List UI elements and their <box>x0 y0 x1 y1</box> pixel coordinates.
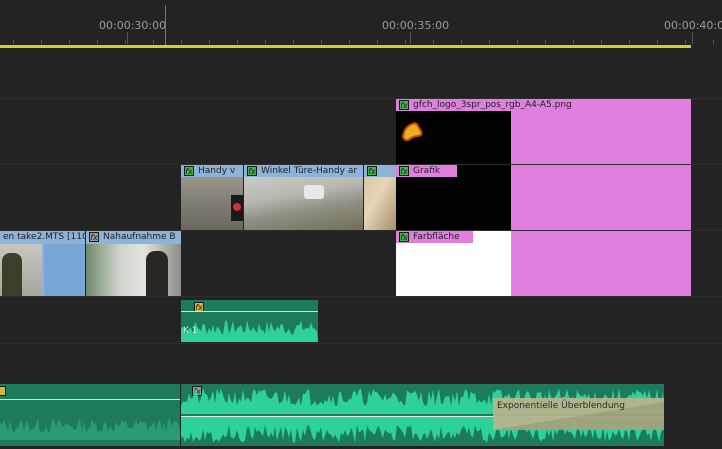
ruler-minor-tick <box>97 40 98 44</box>
fx-badge-icon[interactable]: fx <box>399 166 409 176</box>
ruler-minor-tick <box>153 40 154 44</box>
clip-name: en take2.MTS [110%] <box>3 232 85 242</box>
audio-waveform <box>181 320 318 342</box>
clip-name: Farbfläche <box>413 232 460 242</box>
fx-badge-icon[interactable]: fx <box>89 232 99 242</box>
ruler-minor-tick <box>489 40 490 44</box>
ruler-minor-tick <box>265 40 266 44</box>
ruler-minor-tick <box>377 40 378 44</box>
fx-badge-icon[interactable]: fx <box>399 100 409 110</box>
ruler-tick <box>410 32 411 44</box>
clip-header: fx Farbfläche <box>396 231 473 243</box>
ruler-minor-tick <box>69 40 70 44</box>
video-track-empty[interactable] <box>0 49 722 98</box>
clip-name: Grafik <box>413 166 441 176</box>
clip-name: Nahaufnahme B <box>103 232 176 242</box>
ruler-minor-tick <box>601 40 602 44</box>
ruler-tick <box>692 32 693 44</box>
clip-thumbnail-detail <box>304 185 324 199</box>
ruler-minor-tick <box>125 40 126 44</box>
clip-thumbnail <box>44 244 85 296</box>
ruler-tick <box>127 32 128 44</box>
ruler-minor-tick <box>349 40 350 44</box>
ruler-minor-tick <box>321 40 322 44</box>
ruler-minor-tick <box>41 40 42 44</box>
timeline-ruler[interactable]: 00:00:30:00 00:00:35:00 00:00:40:00 <box>0 0 722 48</box>
fx-badge-icon[interactable]: fx <box>399 232 409 242</box>
clip-thumbnail-detail <box>2 253 22 296</box>
take2-clip[interactable]: en take2.MTS [110%] <box>0 231 85 296</box>
ruler-minor-tick <box>405 40 406 44</box>
clip-header: fx Nahaufnahme B <box>86 231 181 243</box>
logo-shape-icon <box>401 122 423 142</box>
transition-overlay[interactable]: Exponentielle Überblendung <box>493 398 664 430</box>
ruler-minor-tick <box>209 40 210 44</box>
ruler-minor-tick <box>685 40 686 44</box>
ruler-minor-tick <box>433 40 434 44</box>
logo-thumbnail <box>396 111 511 164</box>
clip-thumbnail-detail <box>233 203 241 211</box>
ruler-minor-tick <box>293 40 294 44</box>
clip-thumbnail <box>364 177 396 230</box>
work-area-bar[interactable] <box>0 45 691 48</box>
audio-clip-1[interactable]: fx K 1 <box>181 300 318 342</box>
clip-name: Handy v <box>198 166 236 176</box>
clip-header: en take2.MTS [110%] <box>0 231 85 243</box>
audio-waveform <box>0 418 180 440</box>
farbflaeche-clip[interactable]: fx Farbfläche <box>396 231 691 296</box>
ruler-minor-tick <box>573 40 574 44</box>
ruler-minor-tick <box>657 40 658 44</box>
clip-header: fx Grafik <box>396 165 457 177</box>
winkel-clip[interactable]: fx Winkel Türe-Handy ar <box>244 165 363 230</box>
clip-header: fx Winkel Türe-Handy ar <box>244 165 363 177</box>
logo-clip[interactable]: fx gfch_logo_3spr_pos_rgb_A4-A5.png <box>396 99 691 164</box>
ruler-minor-tick <box>713 40 714 44</box>
ruler-minor-tick <box>461 40 462 44</box>
fx-badge-icon[interactable]: fx <box>367 166 377 176</box>
fx-badge-icon[interactable]: fx <box>247 166 257 176</box>
ruler-minor-tick <box>517 40 518 44</box>
clip-header: fx Handy v <box>181 165 243 177</box>
clip-header: fx <box>364 165 396 177</box>
transition-label: Exponentielle Überblendung <box>497 401 625 411</box>
audio-clip-left[interactable] <box>0 384 180 446</box>
clip-header: fx gfch_logo_3spr_pos_rgb_A4-A5.png <box>396 99 691 111</box>
ruler-minor-tick <box>545 40 546 44</box>
clip-thumbnail <box>244 177 363 230</box>
ruler-minor-tick <box>237 40 238 44</box>
nahaufnahme-clip[interactable]: fx Nahaufnahme B <box>86 231 181 296</box>
keyframe-marker-icon: K 1 <box>183 326 198 336</box>
grafik-clip[interactable]: fx Grafik <box>396 165 691 230</box>
timecode-label: 00:00:35:00 <box>382 19 450 32</box>
small-clip[interactable]: fx <box>364 165 396 230</box>
audio-clip-2[interactable]: fx Exponentielle Überblendung <box>181 384 664 446</box>
timecode-label: 00:00:40:00 <box>664 19 722 32</box>
clip-name: Winkel Türe-Handy ar <box>261 166 358 176</box>
audio-track-1[interactable] <box>0 297 722 343</box>
timecode-label: 00:00:30:00 <box>99 19 167 32</box>
ruler-minor-tick <box>13 40 14 44</box>
playhead-line[interactable] <box>165 5 166 47</box>
audio-track-empty[interactable] <box>0 344 722 383</box>
ruler-minor-tick <box>629 40 630 44</box>
handy-clip[interactable]: fx Handy v <box>181 165 243 230</box>
clip-name: gfch_logo_3spr_pos_rgb_A4-A5.png <box>413 100 572 110</box>
ruler-minor-tick <box>181 40 182 44</box>
fx-badge-icon[interactable]: fx <box>184 166 194 176</box>
clip-thumbnail-detail <box>146 251 168 296</box>
fx-badge-icon[interactable] <box>0 386 6 396</box>
